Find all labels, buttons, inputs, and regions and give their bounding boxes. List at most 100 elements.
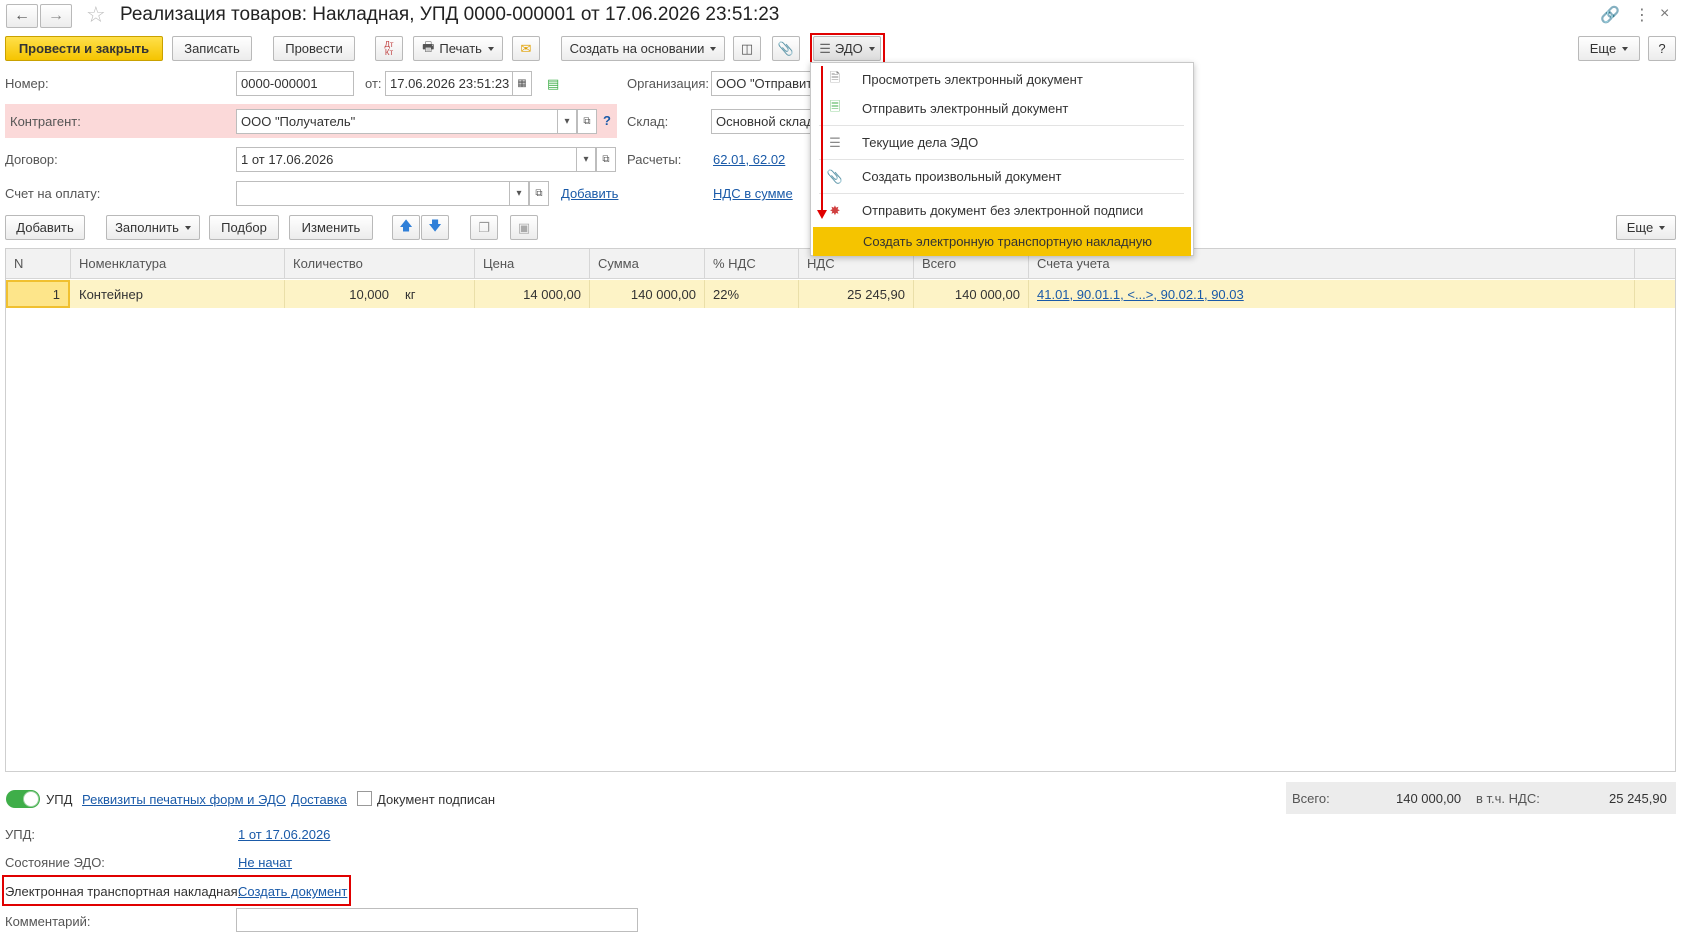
post-button[interactable]: Провести — [273, 36, 355, 61]
row-vat-rate[interactable]: 22% — [705, 280, 799, 308]
organization-field[interactable]: ООО "Отправит — [711, 71, 813, 96]
header-item[interactable]: Номенклатура — [71, 249, 285, 278]
header-sum[interactable]: Сумма — [590, 249, 705, 278]
signed-label: Документ подписан — [377, 792, 496, 807]
invoice-open[interactable]: ⧉ — [529, 181, 549, 206]
open-icon: ⧉ — [602, 154, 610, 165]
menu-create-custom-label: Создать произвольный документ — [862, 169, 1062, 184]
send-document-icon: 🗏 — [829, 98, 841, 114]
vat-in-sum-link[interactable]: НДС в сумме — [713, 186, 793, 201]
settlements-link[interactable]: 62.01, 62.02 — [713, 152, 785, 167]
row-vat[interactable]: 25 245,90 — [799, 280, 914, 308]
menu-create-etn[interactable]: Создать электронную транспортную накладн… — [813, 227, 1191, 256]
print-forms-link[interactable]: Реквизиты печатных форм и ЭДО — [82, 792, 286, 807]
post-and-close-button[interactable]: Провести и закрыть — [5, 36, 163, 61]
header-qty[interactable]: Количество — [285, 249, 475, 278]
organization-label: Организация: — [627, 76, 710, 91]
edo-state-link[interactable]: Не начат — [238, 855, 292, 870]
counterparty-field[interactable]: ООО "Получатель" — [236, 109, 558, 134]
delivery-link[interactable]: Доставка — [291, 792, 347, 807]
toggle-knob — [23, 791, 39, 807]
copy-icon: ❐ — [478, 219, 490, 235]
help-button[interactable]: ? — [1648, 36, 1676, 61]
contract-dropdown[interactable]: ▾ — [576, 147, 596, 172]
menu-send-edoc[interactable]: 🗏 Отправить электронный документ — [812, 92, 1192, 125]
more-button[interactable]: Еще — [1578, 36, 1640, 61]
menu-edo-tasks[interactable]: ☰ Текущие дела ЭДО — [812, 126, 1192, 159]
row-qty[interactable]: 10,000 — [285, 280, 397, 308]
row-total[interactable]: 140 000,00 — [914, 280, 1029, 308]
upd-link[interactable]: 1 от 17.06.2026 — [238, 827, 330, 842]
table-more-button[interactable]: Еще — [1616, 215, 1676, 240]
menu-send-unsigned[interactable]: ✸ Отправить документ без электронной под… — [812, 194, 1192, 227]
signed-checkbox[interactable] — [357, 791, 372, 806]
back-button[interactable]: ← — [6, 4, 38, 28]
favorite-star-icon[interactable]: ☆ — [86, 2, 106, 28]
email-button[interactable]: ✉ — [512, 36, 540, 61]
menu-create-etn-label: Создать электронную транспортную накладн… — [863, 234, 1153, 249]
row-unit[interactable]: кг — [397, 280, 475, 308]
invoice-dropdown[interactable]: ▾ — [509, 181, 529, 206]
status-check-icon[interactable]: ▤ — [547, 76, 559, 92]
envelope-icon: ✉ — [520, 40, 532, 56]
date-field[interactable]: 17.06.2026 23:51:23 — [385, 71, 513, 96]
dt-kt-button[interactable]: Дт Кт — [375, 36, 403, 61]
paperclip-icon: 📎 — [777, 40, 795, 56]
header-n[interactable]: N — [6, 249, 71, 278]
invoice-label: Счет на оплату: — [5, 186, 101, 201]
menu-send-unsigned-label: Отправить документ без электронной подпи… — [862, 203, 1144, 218]
print-button[interactable]: 🖶 Печать — [413, 36, 503, 61]
invoice-field[interactable] — [236, 181, 510, 206]
contract-open[interactable]: ⧉ — [596, 147, 616, 172]
structure-button[interactable]: ◫ — [733, 36, 761, 61]
save-button[interactable]: Записать — [172, 36, 252, 61]
row-price[interactable]: 14 000,00 — [475, 280, 590, 308]
menu-edo-tasks-label: Текущие дела ЭДО — [862, 135, 979, 150]
link-icon[interactable]: 🔗 — [1600, 5, 1620, 25]
paperclip-icon: 📎 — [826, 168, 844, 184]
move-up-button[interactable]: 🡅 — [392, 215, 420, 240]
fill-button[interactable]: Заполнить — [106, 215, 200, 240]
from-label: от: — [365, 76, 382, 91]
total-label: Всего: — [1292, 791, 1330, 806]
counterparty-dropdown[interactable]: ▾ — [557, 109, 577, 134]
open-icon: ⧉ — [535, 188, 543, 199]
edo-dropdown-menu: 🗎 Просмотреть электронный документ 🗏 Отп… — [810, 62, 1194, 256]
move-down-button[interactable]: 🡇 — [421, 215, 449, 240]
row-item[interactable]: Контейнер — [71, 280, 285, 308]
change-button[interactable]: Изменить — [289, 215, 373, 240]
row-accounts-link[interactable]: 41.01, 90.01.1, <...>, 90.02.1, 90.03 — [1037, 287, 1244, 302]
counterparty-help[interactable]: ? — [603, 113, 611, 128]
calendar-button[interactable]: ▦ — [512, 71, 532, 96]
contract-field[interactable]: 1 от 17.06.2026 — [236, 147, 577, 172]
etn-highlight-box — [2, 875, 351, 906]
add-row-button[interactable]: Добавить — [5, 215, 85, 240]
forward-button[interactable]: → — [40, 4, 72, 28]
row-accounts[interactable]: 41.01, 90.01.1, <...>, 90.02.1, 90.03 — [1029, 280, 1635, 308]
chevron-down-icon: ▾ — [516, 188, 522, 199]
header-vat-rate[interactable]: % НДС — [705, 249, 799, 278]
incl-vat-value: 25 245,90 — [1609, 791, 1667, 806]
close-icon[interactable]: × — [1660, 5, 1669, 23]
number-field[interactable]: 0000-000001 — [236, 71, 354, 96]
paste-button[interactable]: ▣ — [510, 215, 538, 240]
row-n[interactable]: 1 — [6, 280, 70, 308]
select-button[interactable]: Подбор — [209, 215, 279, 240]
attach-button[interactable]: 📎 — [772, 36, 800, 61]
copy-button[interactable]: ❐ — [470, 215, 498, 240]
upd-toggle[interactable] — [6, 790, 40, 808]
counterparty-open[interactable]: ⧉ — [577, 109, 597, 134]
menu-create-custom[interactable]: 📎 Создать произвольный документ — [812, 160, 1192, 193]
annotation-arrow-head — [817, 210, 827, 219]
print-label: Печать — [439, 41, 482, 56]
comment-field[interactable] — [236, 908, 638, 932]
edo-tasks-icon: ☰ — [829, 134, 841, 150]
warehouse-field[interactable]: Основной склад — [711, 109, 813, 134]
more-vertical-icon[interactable]: ⋮ — [1634, 5, 1650, 25]
header-price[interactable]: Цена — [475, 249, 590, 278]
add-invoice-link[interactable]: Добавить — [561, 186, 618, 201]
arrow-right-icon: → — [48, 7, 64, 24]
arrow-up-icon: 🡅 — [399, 217, 413, 233]
create-based-on-button[interactable]: Создать на основании — [561, 36, 725, 61]
row-sum[interactable]: 140 000,00 — [590, 280, 705, 308]
